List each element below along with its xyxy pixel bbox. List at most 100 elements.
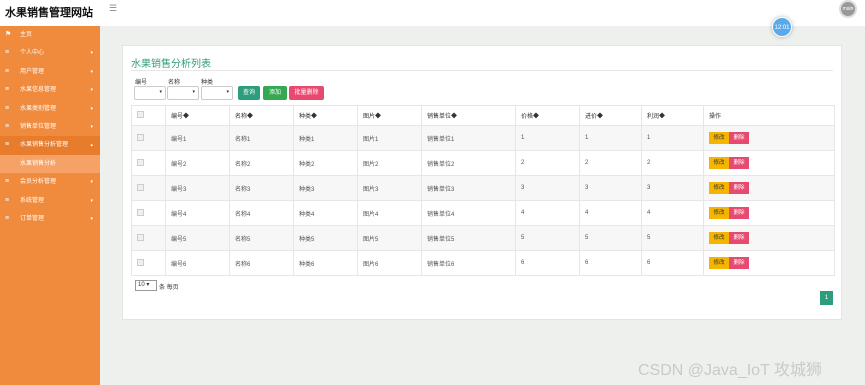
table-row: 编号2 名称2 种类2 图片2 销售单位2 2 2 2 修改 删除: [131, 150, 835, 176]
chevron-down-icon: ▾: [90, 50, 93, 57]
sidebar-item-sales-analysis[interactable]: ≡ 水果销售分析管理 ▴: [0, 136, 100, 155]
row-actions: 修改 删除: [703, 175, 835, 201]
table-cell: 6: [515, 250, 580, 276]
row-checkbox[interactable]: [131, 225, 166, 251]
edit-button[interactable]: 修改: [709, 207, 729, 219]
row-checkbox[interactable]: [131, 175, 166, 201]
filter-name-select[interactable]: ▾: [167, 86, 199, 100]
delete-button[interactable]: 删除: [729, 207, 749, 219]
table-cell: 名称1: [229, 125, 294, 151]
row-actions: 修改 删除: [703, 225, 835, 251]
edit-button[interactable]: 修改: [709, 132, 729, 144]
table-cell: 2: [579, 150, 642, 176]
table-header-row: 编号◆ 名称◆ 种类◆ 图片◆ 销售单位◆ 价格◆ 进价◆ 利润◆ 操作: [131, 105, 835, 126]
column-header[interactable]: 图片◆: [357, 105, 422, 126]
sidebar: ⚑ 主页 ≡ 个人中心 ▾ ≡ 用户管理 ▾ ≡ 水果信息管理 ▾ ≡ 水果类别管理 ▾ ≡ 销售单…: [0, 26, 100, 385]
list-icon: ≡: [5, 67, 10, 75]
clock-badge[interactable]: 12:01: [772, 17, 792, 37]
table-row: 编号1 名称1 种类1 图片1 销售单位1 1 1 1 修改 删除: [131, 125, 835, 151]
table-cell: 销售单位5: [421, 225, 516, 251]
sidebar-item-label: 水果类别管理: [20, 105, 57, 112]
filter-category-select[interactable]: ▾: [201, 86, 233, 100]
table-cell: 图片4: [357, 200, 422, 226]
row-actions: 修改 删除: [703, 150, 835, 176]
table-cell: 3: [579, 175, 642, 201]
table-cell: 4: [579, 200, 642, 226]
table-row: 编号5 名称5 种类5 图片5 销售单位5 5 5 5 修改 删除: [131, 225, 835, 251]
filter-id-select[interactable]: ▾: [134, 86, 166, 100]
table-cell: 名称4: [229, 200, 294, 226]
watermark: CSDN @Java_IoT 攻城狮: [638, 362, 822, 379]
batch-delete-button[interactable]: 批量删除: [289, 86, 324, 100]
sidebar-item-users[interactable]: ≡ 用户管理 ▾: [0, 63, 100, 81]
chevron-down-icon: ▾: [159, 89, 162, 95]
pagination-page-1[interactable]: 1: [820, 291, 833, 305]
table-cell: 4: [641, 200, 704, 226]
column-header[interactable]: 销售单位◆: [421, 105, 516, 126]
table-cell: 种类2: [293, 150, 358, 176]
sidebar-item-home[interactable]: ⚑ 主页: [0, 26, 100, 44]
column-header: 操作: [703, 105, 835, 126]
edit-button[interactable]: 修改: [709, 257, 729, 269]
column-header[interactable]: 种类◆: [293, 105, 358, 126]
edit-button[interactable]: 修改: [709, 232, 729, 244]
main-panel: 水果销售分析列表 编号 名称 种类 ▾ ▾ ▾ 查询 添加 批量删除 编号◆ 名…: [122, 45, 842, 320]
table-cell: 1: [641, 125, 704, 151]
table-cell: 图片5: [357, 225, 422, 251]
select-all-checkbox[interactable]: [131, 105, 166, 126]
list-icon: ≡: [5, 141, 10, 149]
sidebar-item-sales-unit[interactable]: ≡ 销售单位管理 ▾: [0, 118, 100, 136]
sidebar-item-fruit-info[interactable]: ≡ 水果信息管理 ▾: [0, 81, 100, 99]
table-cell: 6: [641, 250, 704, 276]
sidebar-subitem-sales-analysis[interactable]: 水果销售分析: [0, 154, 100, 174]
row-checkbox[interactable]: [131, 250, 166, 276]
delete-button[interactable]: 删除: [729, 157, 749, 169]
delete-button[interactable]: 删除: [729, 132, 749, 144]
avatar[interactable]: main: [839, 0, 857, 18]
sidebar-item-label: 主页: [20, 32, 33, 38]
column-header[interactable]: 进价◆: [579, 105, 642, 126]
table-cell: 销售单位4: [421, 200, 516, 226]
table-cell: 销售单位6: [421, 250, 516, 276]
sidebar-item-label: 用户管理: [20, 68, 45, 75]
chevron-down-icon: ▾: [90, 68, 93, 75]
row-checkbox[interactable]: [131, 200, 166, 226]
column-header[interactable]: 利润◆: [641, 105, 704, 126]
table-cell: 名称2: [229, 150, 294, 176]
delete-button[interactable]: 删除: [729, 257, 749, 269]
column-header[interactable]: 名称◆: [229, 105, 294, 126]
table-cell: 1: [515, 125, 580, 151]
table-cell: 名称3: [229, 175, 294, 201]
page-size-select[interactable]: 10 ▾: [135, 280, 157, 291]
sidebar-item-profile[interactable]: ≡ 个人中心 ▾: [0, 44, 100, 62]
table-cell: 5: [515, 225, 580, 251]
delete-button[interactable]: 删除: [729, 182, 749, 194]
table-cell: 种类5: [293, 225, 358, 251]
sidebar-item-label: 订单管理: [20, 215, 45, 222]
query-button[interactable]: 查询: [238, 86, 260, 100]
sidebar-item-system[interactable]: ≡ 系统管理 ▾: [0, 192, 100, 210]
table-cell: 编号4: [165, 200, 230, 226]
delete-button[interactable]: 删除: [729, 232, 749, 244]
column-header[interactable]: 编号◆: [165, 105, 230, 126]
list-icon: ≡: [5, 86, 10, 94]
edit-button[interactable]: 修改: [709, 182, 729, 194]
table-cell: 6: [579, 250, 642, 276]
row-actions: 修改 删除: [703, 200, 835, 226]
sidebar-item-label: 水果信息管理: [20, 87, 57, 94]
table-cell: 编号6: [165, 250, 230, 276]
list-icon: ≡: [5, 104, 10, 112]
column-header[interactable]: 价格◆: [515, 105, 580, 126]
sidebar-item-fruit-category[interactable]: ≡ 水果类别管理 ▾: [0, 100, 100, 118]
table-cell: 5: [579, 225, 642, 251]
row-checkbox[interactable]: [131, 125, 166, 151]
add-button[interactable]: 添加: [263, 86, 287, 100]
table-cell: 图片3: [357, 175, 422, 201]
hamburger-icon[interactable]: ☰: [109, 3, 117, 14]
sidebar-item-orders[interactable]: ≡ 订单管理 ▾: [0, 210, 100, 228]
sidebar-item-member-analysis[interactable]: ≡ 会员分析管理 ▾: [0, 173, 100, 191]
table-cell: 1: [579, 125, 642, 151]
edit-button[interactable]: 修改: [709, 157, 729, 169]
row-checkbox[interactable]: [131, 150, 166, 176]
chevron-up-icon: ▴: [90, 142, 93, 149]
